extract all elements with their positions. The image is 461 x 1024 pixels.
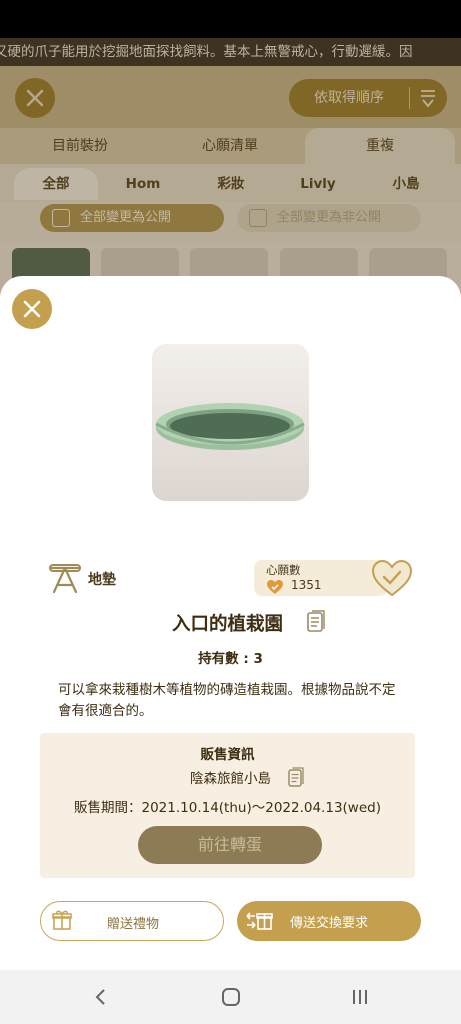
category-label: 地墊 — [88, 572, 116, 588]
wishlist-panel: 心願數 1351 — [254, 558, 414, 598]
status-bar — [0, 0, 461, 38]
document-icon[interactable] — [306, 610, 326, 634]
item-name: 入口的植栽園 — [172, 614, 284, 635]
item-title-row: 入口的植栽園 — [0, 608, 461, 638]
close-button[interactable] — [12, 289, 52, 329]
heart-icon — [267, 580, 283, 594]
sale-location: 陰森旅館小島 — [190, 771, 271, 787]
sale-period: 販售期間：2021.10.14(thu)～2022.04.13(wed) — [74, 800, 381, 816]
close-icon — [23, 300, 41, 318]
rug-stand-icon — [49, 564, 81, 594]
back-icon — [95, 989, 105, 1005]
send-trade-request-button[interactable]: 傳送交換要求 — [237, 901, 421, 941]
back-button[interactable] — [86, 982, 116, 1012]
sale-info-panel: 販售資訊 陰森旅館小島 販售期間：2021.10.14(thu)～2022.04… — [40, 733, 415, 878]
wishlist-label: 心願數 — [266, 563, 301, 577]
recent-apps-button[interactable] — [345, 982, 375, 1012]
item-description: 可以拿來栽種樹木等植物的磚造植栽園。根據物品說不定會有很適合的。 — [58, 682, 396, 719]
add-to-wishlist-button[interactable] — [370, 558, 414, 598]
system-nav-bar — [0, 970, 461, 1024]
planter-image — [155, 403, 305, 450]
home-icon — [222, 988, 240, 1006]
home-button[interactable] — [216, 982, 246, 1012]
wishlist-count: 1351 — [291, 578, 322, 592]
owned-count: 持有數 : 3 — [198, 651, 263, 667]
go-to-gacha-button[interactable]: 前往轉蛋 — [138, 826, 322, 864]
document-icon[interactable] — [287, 767, 305, 789]
item-image — [152, 344, 309, 501]
recent-apps-icon — [353, 990, 367, 1004]
sale-heading: 販售資訊 — [200, 747, 255, 763]
item-detail-sheet: 地墊 心願數 1351 入口的植栽園 持有數 : 3 可以拿來栽種樹木等植物的磚… — [0, 276, 461, 970]
send-gift-button[interactable]: 贈送禮物 — [40, 901, 224, 941]
